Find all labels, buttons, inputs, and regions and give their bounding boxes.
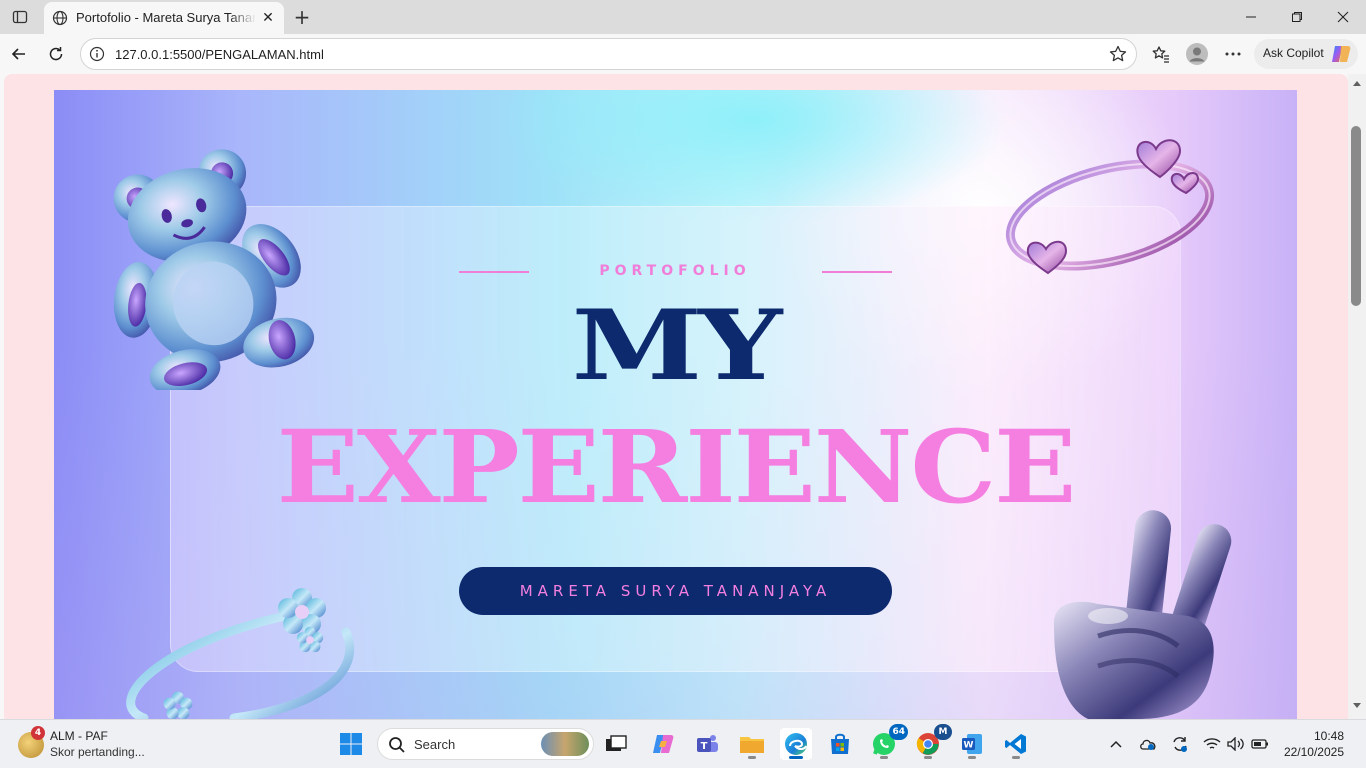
navigation-bar: 127.0.0.1:5500/PENGALAMAN.html Ask Copil…	[0, 34, 1366, 74]
search-placeholder: Search	[414, 737, 456, 752]
clock-time: 10:48	[1313, 729, 1344, 743]
active-indicator	[789, 756, 803, 759]
new-tab-button[interactable]: +	[290, 5, 314, 29]
edge-icon[interactable]	[780, 728, 812, 760]
taskbar: 4 ALM - PAF Skor pertanding... Search T …	[0, 719, 1366, 768]
eyebrow-line-right	[822, 271, 892, 273]
chrome-profile-badge: M	[934, 724, 952, 740]
refresh-button[interactable]	[43, 41, 69, 67]
eyebrow-label: PORTOFOLIO	[599, 263, 751, 279]
store-icon[interactable]	[824, 728, 856, 760]
address-bar[interactable]: 127.0.0.1:5500/PENGALAMAN.html	[80, 38, 1137, 70]
clock-date: 22/10/2025	[1283, 745, 1344, 759]
url-text[interactable]: 127.0.0.1:5500/PENGALAMAN.html	[115, 47, 324, 62]
scroll-thumb[interactable]	[1351, 126, 1361, 306]
vscode-icon[interactable]	[1000, 728, 1032, 760]
copilot-label: Ask Copilot	[1263, 46, 1324, 60]
word-icon[interactable]: W	[956, 728, 988, 760]
teams-icon[interactable]: T	[691, 728, 723, 760]
title-experience: EXPERIENCE	[276, 408, 1077, 526]
profile-avatar[interactable]	[1184, 41, 1210, 67]
svg-text:T: T	[701, 741, 708, 752]
taskbar-search[interactable]: Search	[377, 728, 594, 760]
running-indicator	[1012, 756, 1020, 759]
system-clock[interactable]: 10:48 22/10/2025	[1284, 728, 1344, 760]
flower-ring-icon	[126, 588, 355, 719]
whatsapp-icon[interactable]: 64	[868, 724, 908, 760]
scroll-up-icon[interactable]	[1351, 78, 1363, 88]
task-view-icon[interactable]	[600, 728, 632, 760]
search-highlight-image	[541, 732, 589, 756]
copilot-app-icon[interactable]	[647, 728, 679, 760]
running-indicator	[748, 756, 756, 759]
wifi-icon[interactable]	[1202, 735, 1222, 753]
restore-button[interactable]	[1274, 0, 1320, 34]
file-explorer-icon[interactable]	[736, 728, 768, 760]
volume-icon[interactable]	[1226, 735, 1246, 753]
battery-icon[interactable]	[1250, 735, 1270, 753]
tab-bar: Portofolio - Mareta Surya Tananjaya ✕ +	[0, 0, 1366, 34]
running-indicator	[924, 756, 932, 759]
widget-subtitle: Skor pertanding...	[50, 745, 145, 759]
close-window-button[interactable]	[1320, 0, 1366, 34]
minimize-button[interactable]	[1228, 0, 1274, 34]
tab-title: Portofolio - Mareta Surya Tananjaya	[76, 10, 256, 25]
ask-copilot-button[interactable]: Ask Copilot	[1254, 39, 1358, 69]
peace-hand-icon	[1053, 510, 1232, 719]
back-button[interactable]	[6, 41, 32, 67]
tab-actions-icon[interactable]	[8, 5, 32, 29]
svg-text:W: W	[964, 741, 974, 751]
favorite-star-icon[interactable]	[1108, 44, 1128, 64]
heart-ring-icon	[1005, 139, 1215, 275]
copilot-logo-icon	[1330, 44, 1352, 64]
browser-tab[interactable]: Portofolio - Mareta Surya Tananjaya ✕	[44, 2, 284, 34]
teddy-bear-icon	[113, 149, 315, 390]
site-info-icon[interactable]	[89, 46, 105, 62]
whatsapp-badge: 64	[889, 724, 908, 740]
page-background: PORTOFOLIO MY EXPERIENCE MARETA SURYA TA…	[4, 74, 1348, 719]
vertical-scrollbar[interactable]	[1348, 74, 1366, 719]
running-indicator	[968, 756, 976, 759]
title-my: MY	[571, 287, 783, 402]
name-button[interactable]: MARETA SURYA TANANJAYA	[459, 567, 892, 615]
browser-viewport: PORTOFOLIO MY EXPERIENCE MARETA SURYA TA…	[0, 74, 1366, 719]
eyebrow-line-left	[459, 271, 529, 273]
more-options-icon[interactable]	[1220, 41, 1246, 67]
globe-icon	[52, 10, 68, 26]
hero-banner: PORTOFOLIO MY EXPERIENCE MARETA SURYA TA…	[54, 90, 1297, 719]
running-indicator	[880, 756, 888, 759]
search-icon	[389, 737, 405, 753]
scroll-down-icon[interactable]	[1351, 701, 1363, 711]
favorites-icon[interactable]	[1148, 41, 1174, 67]
tab-close-icon[interactable]: ✕	[260, 10, 276, 26]
start-icon[interactable]	[335, 728, 367, 760]
news-widget[interactable]: 4 ALM - PAF Skor pertanding...	[18, 726, 218, 764]
show-hidden-icons-icon[interactable]	[1106, 735, 1126, 753]
sync-icon[interactable]	[1170, 735, 1190, 753]
onedrive-icon[interactable]	[1138, 735, 1158, 753]
chrome-icon[interactable]: M	[912, 724, 952, 760]
widget-title: ALM - PAF	[50, 729, 108, 743]
widget-badge: 4	[31, 726, 45, 740]
